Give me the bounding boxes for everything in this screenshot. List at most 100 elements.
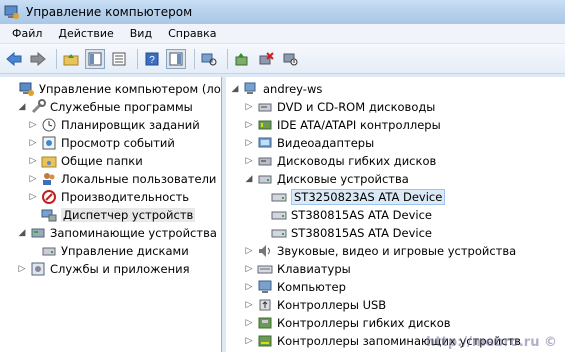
- collapse-arrow-icon[interactable]: ◢: [230, 84, 240, 94]
- tree-item[interactable]: ▷ Контроллеры USB: [244, 296, 387, 314]
- update-driver-icon[interactable]: [232, 49, 252, 69]
- toolbar-separator: [194, 48, 195, 69]
- expand-arrow-icon[interactable]: ▷: [28, 138, 38, 148]
- tree-item[interactable]: ▷ DVD и CD-ROM дисководы: [244, 98, 436, 116]
- hard-disk-icon: [271, 189, 287, 205]
- tree-item[interactable]: ST380815AS ATA Device: [258, 224, 432, 242]
- show-tree-icon[interactable]: [85, 48, 105, 69]
- expand-arrow-icon[interactable]: ▷: [244, 120, 254, 130]
- ide-controller-icon: [257, 117, 273, 133]
- menu-bar: Файл Действие Вид Справка: [0, 24, 565, 44]
- svg-text:?: ?: [149, 55, 155, 66]
- menu-action[interactable]: Действие: [50, 27, 121, 40]
- tree-item[interactable]: ▷ Просмотр событий: [28, 134, 175, 152]
- list-view-icon[interactable]: [109, 49, 129, 69]
- tree-item-label: ST380815AS ATA Device: [291, 208, 433, 222]
- device-tree-pane[interactable]: ◢ andrey-ws ▷ DVD и CD-ROM дисководы ▷ IDE AT…: [226, 77, 565, 352]
- tree-item-label: Видеоадаптеры: [277, 136, 375, 150]
- tree-item[interactable]: Управление компьютером (локал: [6, 80, 222, 98]
- tree-item[interactable]: ▷ Дисководы гибких дисков: [244, 152, 437, 170]
- tree-item-label: ST3250823AS ATA Device: [291, 189, 446, 205]
- back-icon[interactable]: [4, 49, 24, 69]
- menu-view[interactable]: Вид: [122, 27, 160, 40]
- tree-item[interactable]: Управление дисками: [28, 242, 189, 260]
- toolbar: ?: [0, 44, 565, 74]
- expand-arrow-icon[interactable]: ▷: [244, 336, 254, 346]
- expand-arrow-icon[interactable]: ▷: [28, 156, 38, 166]
- tree-item[interactable]: ◢ Запоминающие устройства: [17, 224, 217, 242]
- tree-item[interactable]: ▷ IDE ATA/ATAPI контроллеры: [244, 116, 441, 134]
- storage-controller-icon: [257, 333, 273, 349]
- tree-item[interactable]: ▷ Клавиатуры: [244, 260, 351, 278]
- expand-arrow-icon[interactable]: ▷: [244, 264, 254, 274]
- forward-icon[interactable]: [28, 49, 48, 69]
- tree-item[interactable]: ◢ Служебные программы: [17, 98, 193, 116]
- computer-management-icon: [4, 4, 20, 20]
- tree-item-label: Запоминающие устройства: [50, 226, 217, 240]
- expand-arrow-icon[interactable]: ▷: [244, 246, 254, 256]
- expand-arrow-icon[interactable]: ▷: [244, 282, 254, 292]
- tree-item-label: Просмотр событий: [61, 136, 175, 150]
- show-action-pane-icon[interactable]: [166, 48, 186, 69]
- watermark: http://mebro.ru ©: [426, 335, 557, 350]
- video-adapter-icon: [257, 135, 273, 151]
- scan-hardware-icon[interactable]: [199, 49, 219, 69]
- tree-item[interactable]: ▷ Планировщик заданий: [28, 116, 200, 134]
- disable-device-icon[interactable]: [280, 49, 300, 69]
- uninstall-device-icon[interactable]: [256, 49, 276, 69]
- expand-arrow-icon[interactable]: ▷: [244, 156, 254, 166]
- menu-help[interactable]: Справка: [160, 27, 224, 40]
- tree-item-label: Локальные пользователи и: [61, 172, 222, 186]
- tree-item[interactable]: ▷ Общие папки: [28, 152, 143, 170]
- tree-item[interactable]: ◢ andrey-ws: [230, 80, 323, 98]
- keyboard-icon: [257, 261, 273, 277]
- tree-item[interactable]: ▷ Видеоадаптеры: [244, 134, 375, 152]
- tree-item-label: Управление компьютером (локал: [39, 82, 222, 96]
- clock-icon: [41, 117, 57, 133]
- tree-item[interactable]: ▷ Производительность: [28, 188, 189, 206]
- hard-disk-icon: [271, 207, 287, 223]
- tree-item-label: Производительность: [61, 190, 190, 204]
- tree-item-label: Дисководы гибких дисков: [277, 154, 437, 168]
- tree-item[interactable]: Диспетчер устройств: [28, 206, 196, 224]
- tree-item[interactable]: ◢ Дисковые устройства: [244, 170, 409, 188]
- floppy-controller-icon: [257, 315, 273, 331]
- expand-arrow-icon[interactable]: ▷: [28, 120, 38, 130]
- disk-drive-icon: [257, 171, 273, 187]
- expand-arrow-icon[interactable]: ▷: [17, 264, 27, 274]
- up-folder-icon[interactable]: [61, 49, 81, 69]
- expand-arrow-icon[interactable]: ▷: [244, 102, 254, 112]
- tree-item-label: Контроллеры гибких дисков: [277, 316, 451, 330]
- computer-icon: [243, 81, 259, 97]
- computer-management-icon: [19, 81, 35, 97]
- console-tree-pane[interactable]: Управление компьютером (локал ◢ Служебные …: [0, 77, 222, 352]
- expand-arrow-icon[interactable]: ▷: [244, 300, 254, 310]
- device-manager-icon: [41, 207, 57, 223]
- tree-item-label: IDE ATA/ATAPI контроллеры: [277, 118, 441, 132]
- tree-item[interactable]: ST3250823AS ATA Device: [258, 188, 446, 206]
- expand-arrow-icon[interactable]: ▷: [28, 174, 38, 184]
- tree-item[interactable]: ▷ Службы и приложения: [17, 260, 190, 278]
- tree-item[interactable]: ▷ Контроллеры гибких дисков: [244, 314, 451, 332]
- expand-arrow-icon[interactable]: ▷: [244, 138, 254, 148]
- tree-item[interactable]: ▷ Звуковые, видео и игровые устройства: [244, 242, 517, 260]
- expand-arrow-icon[interactable]: ▷: [28, 192, 38, 202]
- users-icon: [41, 171, 57, 187]
- collapse-arrow-icon[interactable]: ◢: [17, 102, 27, 112]
- tree-item-label: Компьютер: [277, 280, 346, 294]
- expand-arrow-icon[interactable]: ▷: [244, 318, 254, 328]
- tree-item[interactable]: ▷ Локальные пользователи и: [28, 170, 222, 188]
- tree-item[interactable]: ▷ Компьютер: [244, 278, 346, 296]
- tree-item-label: Диспетчер устройств: [61, 208, 196, 222]
- tree-item-label: Клавиатуры: [277, 262, 351, 276]
- menu-file[interactable]: Файл: [4, 27, 50, 40]
- tree-item[interactable]: ST380815AS ATA Device: [258, 206, 432, 224]
- collapse-arrow-icon[interactable]: ◢: [17, 228, 27, 238]
- help-icon[interactable]: ?: [142, 49, 162, 69]
- collapse-arrow-icon[interactable]: ◢: [244, 174, 254, 184]
- tree-item-label: Контроллеры USB: [277, 298, 387, 312]
